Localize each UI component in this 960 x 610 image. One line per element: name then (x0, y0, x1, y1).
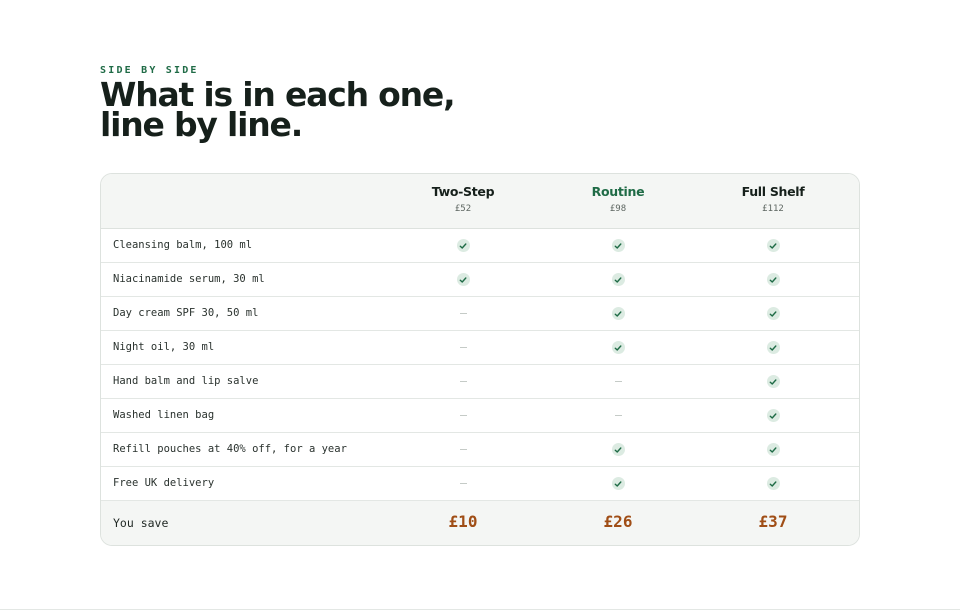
feature-cell (558, 331, 678, 364)
check-icon (456, 239, 470, 252)
check-icon (456, 273, 470, 286)
feature-cell (403, 433, 523, 466)
feature-cell (713, 467, 833, 500)
check-icon (611, 239, 625, 252)
dash-icon (459, 483, 467, 484)
plan-price-full-shelf: £112 (762, 204, 784, 214)
check-icon (766, 477, 780, 490)
check-icon (766, 273, 780, 286)
feature-label: Night oil, 30 ml (113, 341, 215, 353)
saving-full-shelf: £37 (758, 512, 788, 531)
plan-name-two-step: Two-Step (431, 184, 495, 199)
check-icon (766, 307, 780, 320)
feature-cell (713, 433, 833, 466)
feature-cell (713, 399, 833, 432)
table-row: Free UK delivery (101, 467, 859, 501)
table-row: Refill pouches at 40% off, for a year (101, 433, 859, 467)
feature-cell (403, 365, 523, 398)
table-row: Niacinamide serum, 30 ml (101, 263, 859, 297)
feature-cell (713, 229, 833, 262)
table-footer: You save £10 £26 £37 (101, 501, 859, 545)
feature-cell (713, 263, 833, 296)
feature-label: Niacinamide serum, 30 ml (113, 273, 265, 285)
dash-icon (459, 449, 467, 450)
check-icon (611, 273, 625, 286)
check-icon (766, 341, 780, 354)
feature-cell (403, 331, 523, 364)
dash-icon (459, 415, 467, 416)
table-row: Hand balm and lip salve (101, 365, 859, 399)
feature-label: Free UK delivery (113, 477, 215, 489)
plan-price-two-step: £52 (454, 204, 472, 214)
check-icon (766, 443, 780, 456)
feature-cell (403, 263, 523, 296)
dash-icon (614, 381, 622, 382)
check-icon (766, 409, 780, 422)
dash-icon (459, 313, 467, 314)
dash-icon (614, 415, 622, 416)
feature-label: Refill pouches at 40% off, for a year (113, 443, 347, 455)
plan-price-routine: £98 (609, 204, 627, 214)
feature-cell (403, 399, 523, 432)
table-row: Cleansing balm, 100 ml (101, 229, 859, 263)
feature-cell (558, 467, 678, 500)
table-header: Two-Step £52 Routine £98 Full Shelf £112 (101, 174, 859, 229)
feature-cell (713, 331, 833, 364)
table-row: Washed linen bag (101, 399, 859, 433)
feature-cell (558, 263, 678, 296)
feature-cell (558, 365, 678, 398)
feature-cell (558, 297, 678, 330)
feature-cell (558, 399, 678, 432)
feature-cell (713, 365, 833, 398)
plan-name-full-shelf: Full Shelf (741, 184, 805, 199)
feature-label: Cleansing balm, 100 ml (113, 239, 253, 251)
feature-cell (403, 229, 523, 262)
feature-label: Day cream SPF 30, 50 ml (113, 307, 259, 319)
check-icon (611, 307, 625, 320)
comparison-table: Two-Step £52 Routine £98 Full Shelf £112… (100, 173, 860, 546)
feature-cell (558, 433, 678, 466)
table-row: Day cream SPF 30, 50 ml (101, 297, 859, 331)
check-icon (766, 375, 780, 388)
check-icon (611, 341, 625, 354)
feature-cell (713, 297, 833, 330)
table-row: Night oil, 30 ml (101, 331, 859, 365)
feature-label: Washed linen bag (113, 409, 215, 421)
plan-name-routine: Routine (591, 184, 645, 199)
section-headline: What is in each one, line by line. (100, 75, 456, 144)
feature-label: Hand balm and lip salve (113, 375, 259, 387)
feature-cell (558, 229, 678, 262)
check-icon (611, 443, 625, 456)
check-icon (611, 477, 625, 490)
dash-icon (459, 347, 467, 348)
saving-routine: £26 (603, 512, 633, 531)
feature-cell (403, 467, 523, 500)
you-save-label: You save (113, 516, 169, 530)
dash-icon (459, 381, 467, 382)
table-body: Cleansing balm, 100 ml Niacinamide serum,… (101, 229, 859, 501)
feature-cell (403, 297, 523, 330)
check-icon (766, 239, 780, 252)
saving-two-step: £10 (448, 512, 478, 531)
